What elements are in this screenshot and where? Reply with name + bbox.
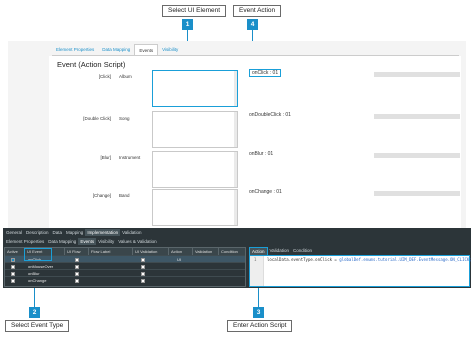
- section-title: Event (Action Script): [57, 60, 126, 69]
- ui-flow-checkbox[interactable]: [75, 271, 79, 276]
- event-properties-panel: Element Properties Data Mapping Events V…: [8, 41, 466, 229]
- event-card: Event (Action Script) [Click] Album onCl…: [49, 56, 461, 229]
- subtab-visibility[interactable]: Visibility: [96, 238, 116, 245]
- tab-implementation[interactable]: Implementation: [85, 229, 121, 236]
- main-tab-bar: General Description Data Mapping Impleme…: [4, 229, 144, 236]
- callout-badge-1: 1: [182, 19, 193, 30]
- event-action-onchange[interactable]: onChange : 01: [249, 189, 282, 195]
- ui-flow-checkbox[interactable]: [75, 264, 79, 269]
- scrollbar[interactable]: [234, 112, 237, 147]
- subtab-events[interactable]: Events: [78, 238, 97, 245]
- line-number: 1: [254, 257, 257, 262]
- ui-validation-checkbox[interactable]: [141, 264, 145, 269]
- grid-row-onmouseover[interactable]: onMouseOver: [5, 262, 245, 269]
- active-checkbox[interactable]: [11, 271, 15, 276]
- callout-select-ui-element-label: Select UI Element: [162, 5, 227, 17]
- callout-select-event-type-label: Select Event Type: [5, 320, 70, 332]
- grid-row-onchange[interactable]: onChange: [5, 276, 245, 283]
- active-checkbox[interactable]: [11, 264, 15, 269]
- event-type-click: [Click]: [98, 74, 111, 79]
- ui-validation-checkbox[interactable]: [141, 278, 145, 283]
- ui-element-instrument: Instrument: [119, 155, 141, 160]
- event-type-blur: [Blur]: [100, 155, 111, 160]
- ui-validation-checkbox[interactable]: [141, 271, 145, 276]
- ui-event-highlight: [24, 248, 52, 261]
- ui-element-album: Album: [119, 74, 132, 79]
- grid-row-onblur[interactable]: onBlur: [5, 269, 245, 276]
- action-script-editor[interactable]: 1 localData.eventType.onClick = globalDe…: [249, 255, 472, 287]
- line-gutter: [250, 256, 264, 286]
- grid-header-validation: Validation: [193, 248, 219, 255]
- placeholder-bar: [374, 72, 460, 77]
- tab-mapping[interactable]: Mapping: [64, 229, 85, 236]
- callout-badge-3: 3: [253, 307, 264, 318]
- callout-event-action-label: Event Action: [233, 5, 282, 17]
- subtab-element-properties[interactable]: Element Properties: [4, 238, 46, 245]
- placeholder-bar: [374, 191, 460, 196]
- row-event-name: onChange: [28, 278, 47, 283]
- tab-data[interactable]: Data: [51, 229, 65, 236]
- subtab-data-mapping[interactable]: Data Mapping: [46, 238, 78, 245]
- grid-header-ui-validation: UI Validation: [133, 248, 169, 255]
- callout-connector-3: [258, 288, 259, 308]
- scrollbar[interactable]: [234, 71, 237, 106]
- tab-general[interactable]: General: [4, 229, 24, 236]
- ui-flow-checkbox[interactable]: [75, 278, 79, 283]
- scrollbar[interactable]: [234, 190, 237, 225]
- code-line[interactable]: localData.eventType.onClick = globalDef.…: [267, 257, 472, 262]
- implementation-panel: General Description Data Mapping Impleme…: [3, 228, 472, 288]
- active-checkbox[interactable]: [11, 278, 15, 283]
- grid-header-ui-flow: UI Flow: [65, 248, 89, 255]
- code-expression: globalDef.enums.tutorial.UIM_DEF.EventMe…: [339, 257, 472, 262]
- action-script-box-change[interactable]: [152, 189, 238, 226]
- grid-header-condition: Condition: [219, 248, 245, 255]
- placeholder-bar: [374, 153, 460, 158]
- ui-validation-checkbox[interactable]: [141, 257, 145, 262]
- grid-header-active: Active: [5, 248, 25, 255]
- event-action-onclick[interactable]: onClick : 01: [249, 69, 282, 77]
- callout-connector-2: [34, 288, 35, 308]
- scrollbar[interactable]: [234, 152, 237, 187]
- ui-element-song: Song: [119, 116, 130, 121]
- action-script-box-blur[interactable]: [152, 151, 238, 188]
- subtab-values-validation[interactable]: Values & Validation: [116, 238, 158, 245]
- active-checkbox[interactable]: [11, 257, 15, 262]
- action-script-box-double-click[interactable]: [152, 111, 238, 148]
- event-action-onblur[interactable]: onBlur : 01: [249, 151, 273, 157]
- grid-header-action: Action: [169, 248, 193, 255]
- ui-flow-checkbox[interactable]: [75, 257, 79, 262]
- sub-tab-bar: Element Properties Data Mapping Events V…: [4, 238, 159, 245]
- event-action-ondoubleclick[interactable]: onDoubleClick : 01: [249, 112, 291, 118]
- grid-header-flow-label: Flow Label: [89, 248, 133, 255]
- tab-description[interactable]: Description: [24, 229, 51, 236]
- tab-validation[interactable]: Validation: [120, 229, 143, 236]
- ui-element-band: Band: [119, 193, 130, 198]
- action-script-box-click[interactable]: [152, 70, 238, 107]
- callout-enter-action-script-label: Enter Action Script: [227, 320, 293, 332]
- callout-badge-2: 2: [29, 307, 40, 318]
- event-type-double-click: [Double Click]: [83, 116, 111, 121]
- code-prefix: localData.eventType.onClick =: [267, 257, 340, 262]
- event-type-change: [Change]: [92, 193, 111, 198]
- placeholder-bar: [374, 114, 460, 119]
- callout-badge-4: 4: [247, 19, 258, 30]
